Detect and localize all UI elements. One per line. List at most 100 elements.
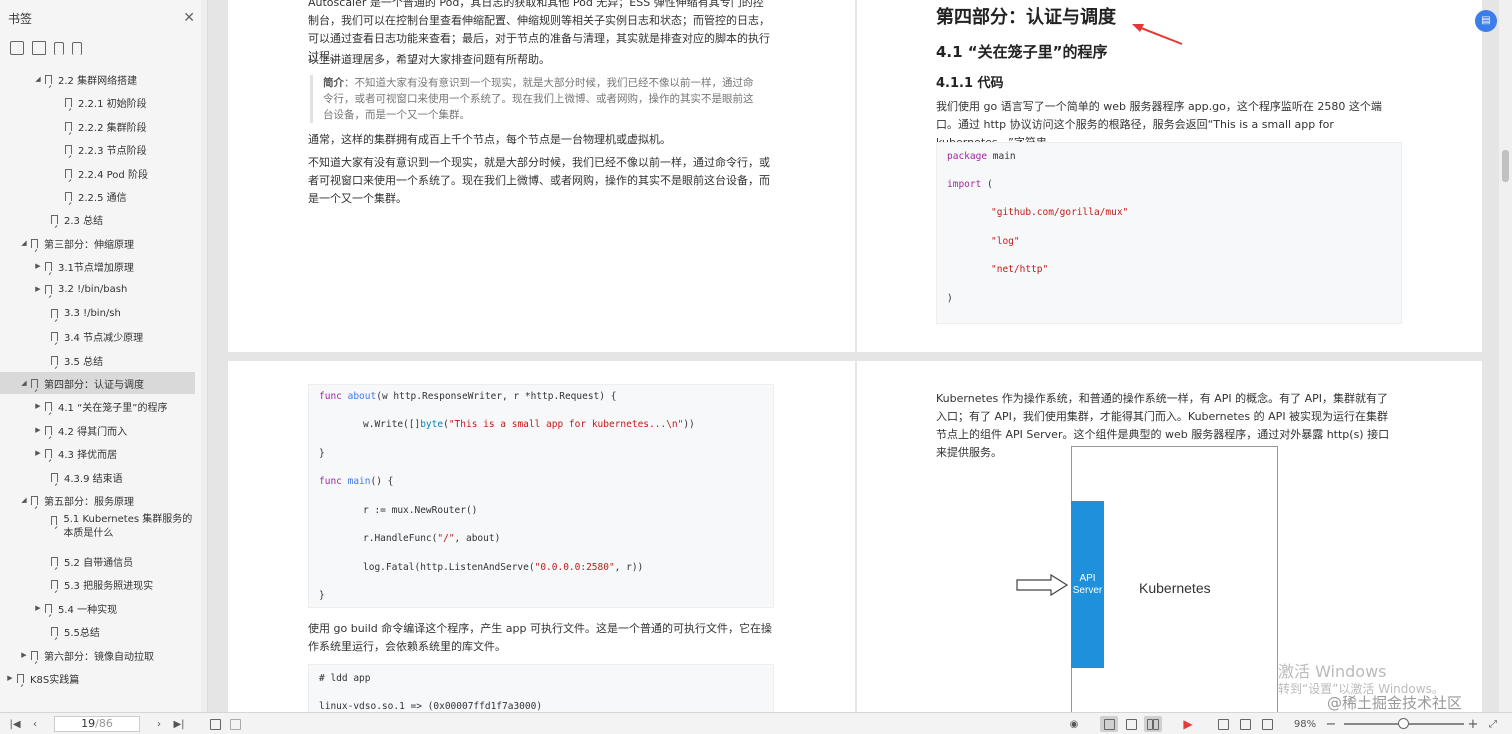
- chevron-right-icon[interactable]: ▶: [34, 262, 42, 270]
- sidebar-item[interactable]: ▶ 4.1 “关在笼子里”的程序: [0, 395, 167, 417]
- bookmark-sidebar: 书签 ✕ ◢ 2.2 集群网络搭建 2.2.1 初始阶段 2.2.2 集群阶段 2.2.…: [0, 0, 208, 712]
- zoom-level[interactable]: 98%: [1290, 716, 1320, 732]
- scrollbar-thumb[interactable]: [1502, 150, 1509, 182]
- zoom-slider-knob[interactable]: [1398, 718, 1409, 729]
- sidebar-item[interactable]: ▶ 第六部分：镜像自动拉取: [0, 644, 154, 666]
- blockquote: 简介：不知道大家有没有意识到一个现实，就是大部分时候，我们已经不像以前一样，通过…: [310, 75, 760, 123]
- sidebar-item[interactable]: ▶ K8S实践篇: [0, 667, 79, 689]
- sidebar-item[interactable]: ▶ 3.2 !/bin/bash: [0, 278, 127, 300]
- sidebar-item[interactable]: 5.3 把服务照进现实: [0, 573, 153, 595]
- bookmark-icon: [65, 168, 72, 178]
- close-icon[interactable]: ✕: [183, 10, 195, 26]
- chevron-down-icon[interactable]: ◢: [34, 75, 42, 83]
- bookmark-icon: [51, 626, 58, 636]
- sidebar-item[interactable]: ◢ 第四部分：认证与调度: [0, 372, 195, 394]
- chevron-right-icon[interactable]: ▶: [6, 674, 14, 682]
- sidebar-item-label: 2.2.3 节点阶段: [78, 145, 147, 157]
- bookmark-icon: [65, 144, 72, 154]
- expand-icon[interactable]: ⤢: [1486, 716, 1500, 732]
- sidebar-item[interactable]: 5.1 Kubernetes 集群服务的本质是什么: [0, 513, 195, 543]
- bookmark-icon: [45, 74, 52, 84]
- sidebar-item[interactable]: ▶ 3.1节点增加原理: [0, 255, 134, 277]
- bookmark-icon: [45, 448, 52, 458]
- code-string: "log": [991, 236, 1020, 247]
- continuous-view-icon[interactable]: [1100, 716, 1118, 732]
- sidebar-item[interactable]: 3.3 !/bin/sh: [0, 302, 121, 324]
- chevron-right-icon[interactable]: ▶: [34, 402, 42, 410]
- fullscreen-icon[interactable]: [1259, 716, 1275, 732]
- pdf-page: func about(w http.ResponseWriter, r *htt…: [228, 361, 855, 712]
- sidebar-item[interactable]: ▶ 4.3 择优而居: [0, 442, 117, 464]
- sidebar-item[interactable]: ◢ 第三部分：伸缩原理: [0, 232, 134, 254]
- code-text: r := mux.NewRouter(): [363, 505, 478, 516]
- eye-protect-icon[interactable]: ◉: [1066, 716, 1082, 732]
- page-number-input[interactable]: 19/86: [54, 716, 140, 732]
- prev-page-icon[interactable]: ‹: [28, 716, 42, 732]
- expand-all-icon[interactable]: [10, 41, 24, 55]
- chevron-right-icon[interactable]: ▶: [34, 449, 42, 457]
- bookmark-icon: [51, 214, 58, 224]
- bookmark-icon: [31, 650, 38, 660]
- bookmark-icon: [51, 472, 58, 482]
- document-scrollbar[interactable]: [1499, 0, 1512, 712]
- bookmark-icon: [45, 401, 52, 411]
- sidebar-item[interactable]: ◢ 2.2 集群网络搭建: [0, 68, 137, 90]
- last-page-icon[interactable]: ▶|: [172, 716, 186, 732]
- sidebar-item[interactable]: 4.3.9 结束语: [0, 466, 123, 488]
- sidebar-item[interactable]: 5.2 自带通信员: [0, 550, 133, 572]
- first-page-icon[interactable]: |◀: [8, 716, 22, 732]
- sidebar-item[interactable]: 3.5 总结: [0, 349, 103, 371]
- sidebar-item[interactable]: 5.5总结: [0, 620, 100, 642]
- sidebar-item[interactable]: 2.2.3 节点阶段: [0, 138, 147, 160]
- code-text: (w http.ResponseWriter, r *http.Request)…: [376, 391, 617, 402]
- play-icon[interactable]: ▶: [1180, 716, 1196, 732]
- sidebar-item[interactable]: 2.2.4 Pod 阶段: [0, 162, 148, 184]
- code-keyword: import: [947, 179, 982, 190]
- fit-page-icon[interactable]: [1237, 716, 1253, 732]
- code-keyword: func: [319, 391, 342, 402]
- collapse-all-icon[interactable]: [32, 41, 46, 55]
- bookmark-icon: [65, 191, 72, 201]
- zoom-out-icon[interactable]: −: [1324, 716, 1338, 732]
- sidebar-scrollbar[interactable]: [201, 0, 207, 712]
- sidebar-item[interactable]: 2.2.1 初始阶段: [0, 91, 147, 113]
- chevron-right-icon[interactable]: ▶: [34, 426, 42, 434]
- bookmark-icon[interactable]: [72, 41, 82, 55]
- sidebar-item[interactable]: 3.4 节点减少原理: [0, 325, 143, 347]
- sidebar-item-label: 5.1 Kubernetes 集群服务的本质是什么: [63, 514, 193, 539]
- chevron-down-icon[interactable]: ◢: [20, 496, 28, 504]
- sidebar-item[interactable]: ▶ 4.2 得其门而入: [0, 419, 127, 441]
- sidebar-item[interactable]: ◢ 第五部分：服务原理: [0, 489, 134, 511]
- bookmark-icon: [17, 673, 24, 683]
- sidebar-item-label: K8S实践篇: [30, 674, 80, 686]
- chevron-right-icon[interactable]: ▶: [34, 285, 42, 293]
- single-page-view-icon[interactable]: [1122, 716, 1140, 732]
- sidebar-item[interactable]: ▶ 5.4 一种实现: [0, 597, 117, 619]
- next-page-icon[interactable]: ›: [152, 716, 166, 732]
- chevron-right-icon[interactable]: ▶: [20, 651, 28, 659]
- sidebar-item-label: 4.3 择优而居: [58, 449, 118, 461]
- quote-text: ：不知道大家有没有意识到一个现实，就是大部分时候，我们已经不像以前一样，通过命令…: [323, 77, 754, 121]
- extract-page-icon[interactable]: [228, 716, 242, 732]
- two-page-view-icon[interactable]: [1144, 716, 1162, 732]
- arrow-right-icon: [1016, 573, 1069, 597]
- floating-action-icon[interactable]: ▤: [1475, 10, 1497, 32]
- sidebar-item[interactable]: 2.2.5 通信: [0, 185, 127, 207]
- code-text: # ldd app: [319, 673, 371, 684]
- sidebar-item[interactable]: 2.3 总结: [0, 208, 103, 230]
- chevron-right-icon[interactable]: ▶: [34, 604, 42, 612]
- zoom-in-icon[interactable]: +: [1466, 716, 1480, 732]
- sidebar-item-label: 3.3 !/bin/sh: [64, 307, 121, 319]
- sidebar-item[interactable]: 2.2.2 集群阶段: [0, 115, 147, 137]
- bookmark-icon: [45, 261, 52, 271]
- add-bookmark-icon[interactable]: [54, 41, 64, 55]
- subsubsection-heading: 4.1.1 代码: [936, 76, 1004, 91]
- quote-label: 简介: [323, 77, 344, 89]
- bookmark-icon: [51, 355, 58, 365]
- section-heading: 第四部分：认证与调度: [936, 7, 1116, 28]
- fit-width-icon[interactable]: [1215, 716, 1231, 732]
- insert-page-icon[interactable]: [208, 716, 222, 732]
- chevron-down-icon[interactable]: ◢: [20, 379, 28, 387]
- sidebar-item-label: 5.4 一种实现: [58, 604, 118, 616]
- chevron-down-icon[interactable]: ◢: [20, 239, 28, 247]
